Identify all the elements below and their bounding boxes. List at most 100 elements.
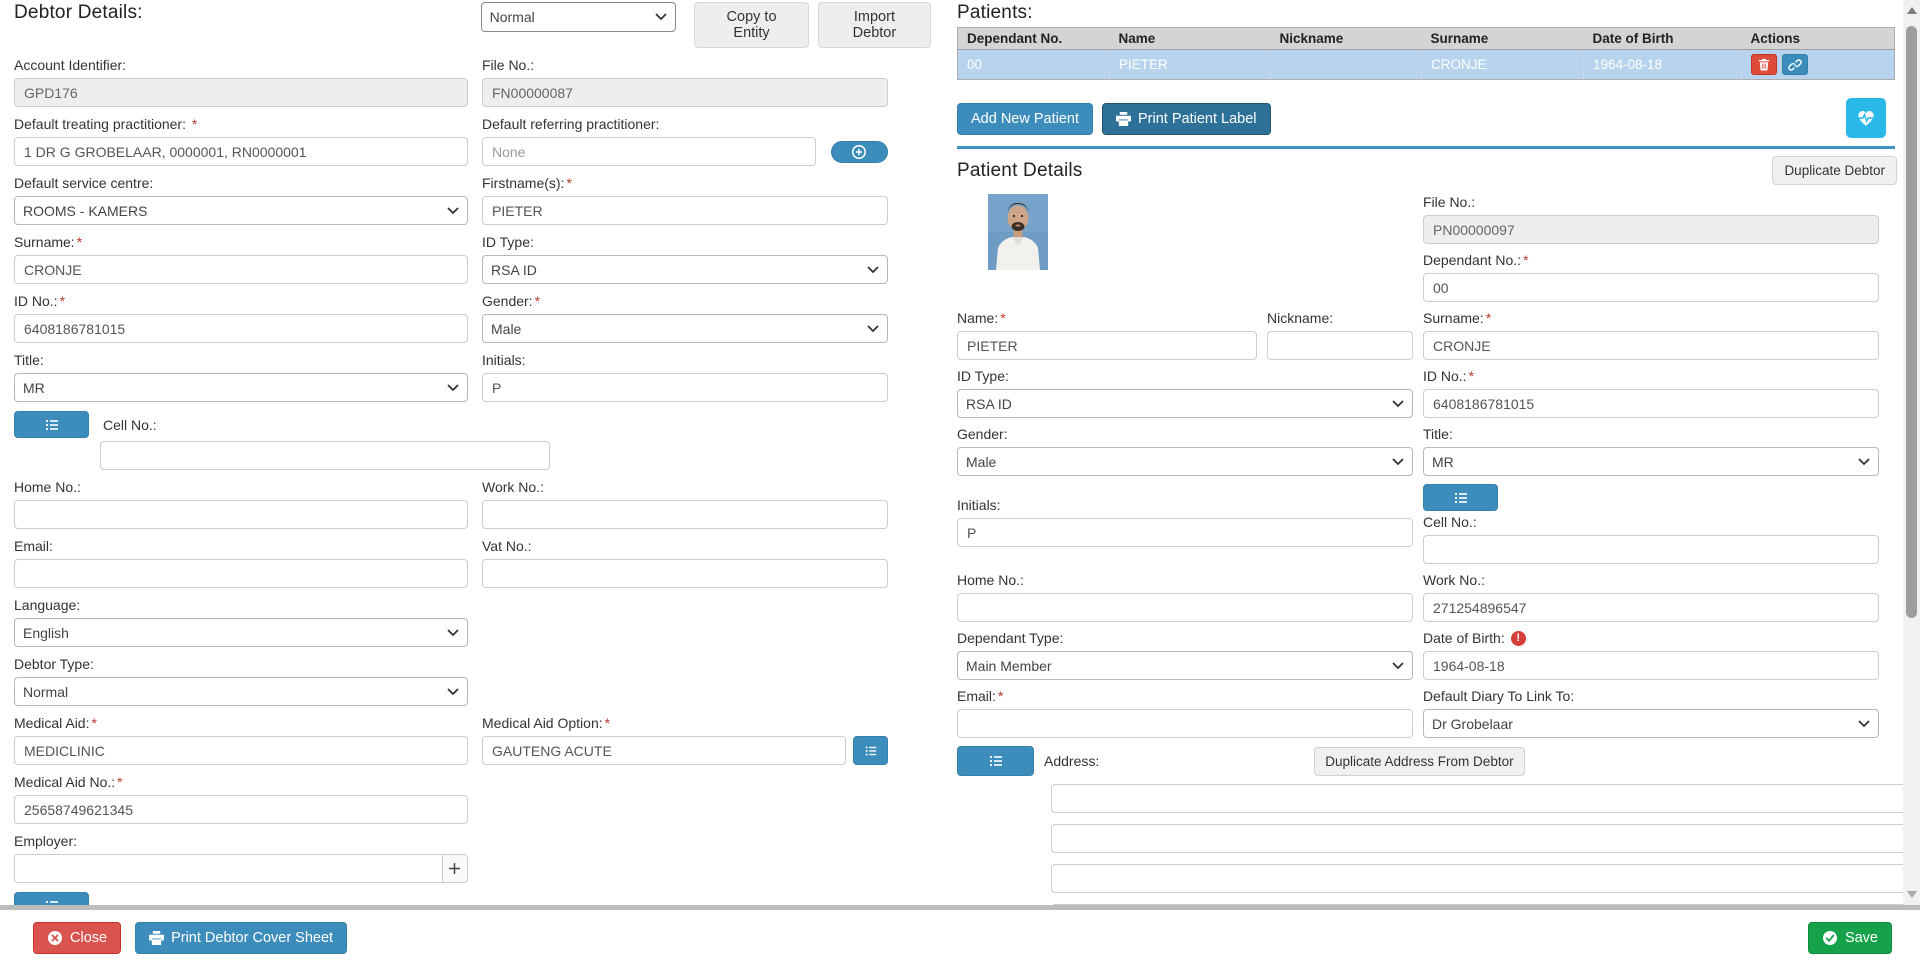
debtor-id-no-input[interactable]: [14, 314, 468, 343]
patient-cell-surname[interactable]: CRONJE: [1421, 49, 1584, 80]
patient-cell-no-field: Cell No.:: [1423, 514, 1879, 564]
vertical-scrollbar[interactable]: [1903, 0, 1920, 905]
link-patient-button[interactable]: [1782, 54, 1808, 75]
debtor-email-input[interactable]: [14, 559, 468, 588]
address-list-button[interactable]: [957, 746, 1034, 776]
patient-name-input[interactable]: [957, 331, 1257, 360]
patient-cell-dependant-no[interactable]: 00: [957, 49, 1110, 80]
debtor-work-no-input[interactable]: [482, 500, 888, 529]
debtor-gender-label: Gender: *: [482, 293, 888, 309]
debtor-file-no-input[interactable]: [482, 78, 888, 107]
debtor-cell-no-input[interactable]: [100, 441, 550, 470]
add-new-patient-button[interactable]: Add New Patient: [957, 103, 1094, 135]
column-header-name[interactable]: Name: [1109, 27, 1271, 50]
default-treating-practitioner-input[interactable]: [14, 137, 468, 166]
patient-cell-nickname[interactable]: [1270, 49, 1422, 80]
alert-exclamation-icon[interactable]: [1510, 630, 1526, 646]
duplicate-address-button[interactable]: Duplicate Address From Debtor: [1314, 746, 1525, 776]
medical-aid-no-input[interactable]: [14, 795, 468, 824]
scroll-up-arrow-icon[interactable]: [1907, 7, 1917, 14]
delete-patient-button[interactable]: [1751, 54, 1777, 75]
save-button[interactable]: Save: [1807, 922, 1892, 954]
date-of-birth-label: Date of Birth:: [1423, 630, 1505, 646]
patient-cell-list-button[interactable]: [1423, 484, 1498, 511]
debtor-details-panel: Debtor Details: Normal Copy to Entity Im…: [14, 2, 940, 905]
address-line-3-input[interactable]: [1051, 864, 1903, 893]
date-of-birth-field: Date of Birth:: [1423, 630, 1879, 680]
duplicate-debtor-button[interactable]: Duplicate Debtor: [1772, 156, 1897, 185]
close-button[interactable]: Close: [33, 922, 122, 954]
default-referring-practitioner-input[interactable]: [482, 137, 816, 166]
column-header-date-of-birth[interactable]: Date of Birth: [1583, 27, 1742, 50]
import-debtor-button[interactable]: Import Debtor: [817, 2, 931, 48]
default-diary-select[interactable]: Dr Grobelaar: [1423, 709, 1879, 738]
patient-surname-label-text: Surname:: [1423, 310, 1484, 326]
debtor-row-debtor-type: Debtor Type: Normal: [14, 656, 940, 706]
copy-to-entity-label: Copy to Entity: [726, 9, 777, 41]
vertical-scrollbar-thumb[interactable]: [1906, 26, 1917, 618]
print-debtor-cover-sheet-button[interactable]: Print Debtor Cover Sheet: [135, 922, 348, 954]
debtor-initials-input[interactable]: [482, 373, 888, 402]
patient-title-field: Title: MR: [1423, 426, 1879, 476]
date-of-birth-input[interactable]: [1423, 651, 1879, 680]
column-header-surname[interactable]: Surname: [1421, 27, 1584, 50]
debtor-work-no-label: Work No.:: [482, 479, 544, 495]
employer-input[interactable]: [14, 854, 443, 883]
debtor-file-no-field: File No.:: [482, 57, 888, 107]
debtor-type-top-select[interactable]: Normal: [480, 2, 677, 32]
default-service-centre-select[interactable]: ROOMS - KAMERS: [14, 196, 468, 225]
patient-gender-select[interactable]: Male: [957, 447, 1413, 476]
patient-file-no-label: File No.:: [1423, 194, 1476, 210]
patient-file-no-input[interactable]: [1423, 215, 1879, 244]
debtor-type-select[interactable]: Normal: [14, 677, 468, 706]
medical-aid-input[interactable]: [14, 736, 468, 765]
patient-home-no-input[interactable]: [957, 593, 1413, 622]
next-of-kin-list-button[interactable]: [14, 892, 89, 905]
patient-work-no-input[interactable]: [1423, 593, 1879, 622]
firstnames-input[interactable]: [482, 196, 888, 225]
account-identifier-input[interactable]: [14, 78, 468, 107]
patient-id-no-input[interactable]: [1423, 389, 1879, 418]
patient-dependant-no-input[interactable]: [1423, 273, 1879, 302]
debtor-type-top-select-value: Normal: [489, 9, 535, 25]
default-treating-practitioner-label-text: Default treating practitioner:: [14, 116, 186, 132]
debtor-cell-no-label: Cell No.:: [103, 416, 157, 433]
debtor-vat-no-input[interactable]: [482, 559, 888, 588]
column-header-nickname[interactable]: Nickname: [1270, 27, 1422, 50]
print-patient-label-button[interactable]: Print Patient Label: [1102, 103, 1271, 135]
dependant-type-select[interactable]: Main Member: [957, 651, 1413, 680]
debtor-cell-list-button[interactable]: [14, 411, 89, 438]
address-line-1-input[interactable]: [1051, 784, 1903, 813]
chevron-down-icon: [1392, 661, 1404, 669]
patient-photo[interactable]: [988, 194, 1048, 270]
patient-table-row-selected[interactable]: 00 PIETER CRONJE 1964-08-18: [957, 49, 1895, 80]
debtor-title-select[interactable]: MR: [14, 373, 468, 402]
patient-title-select[interactable]: MR: [1423, 447, 1879, 476]
patient-cell-date-of-birth[interactable]: 1964-08-18: [1583, 49, 1742, 80]
language-select[interactable]: English: [14, 618, 468, 647]
column-header-dependant-no[interactable]: Dependant No.: [957, 27, 1110, 50]
medical-aid-option-list-button[interactable]: [853, 736, 888, 765]
add-referring-practitioner-button[interactable]: [830, 140, 888, 163]
patient-email-input[interactable]: [957, 709, 1413, 738]
patient-cell-name[interactable]: PIETER: [1109, 49, 1271, 80]
patient-surname-input[interactable]: [1423, 331, 1879, 360]
patient-cell-no-label: Cell No.:: [1423, 514, 1477, 530]
default-diary-label: Default Diary To Link To:: [1423, 688, 1575, 704]
patient-initials-input[interactable]: [957, 518, 1413, 547]
patient-id-type-select[interactable]: RSA ID: [957, 389, 1413, 418]
scroll-down-arrow-icon[interactable]: [1907, 891, 1917, 898]
address-line-2-input[interactable]: [1051, 824, 1903, 853]
debtor-surname-input[interactable]: [14, 255, 468, 284]
debtor-id-type-select[interactable]: RSA ID: [482, 255, 888, 284]
column-header-actions[interactable]: Actions: [1741, 27, 1895, 50]
patient-cell-no-input[interactable]: [1423, 535, 1879, 564]
copy-to-entity-button[interactable]: Copy to Entity: [694, 2, 809, 48]
debtor-home-no-input[interactable]: [14, 500, 468, 529]
add-employer-button[interactable]: [442, 854, 468, 883]
medical-aid-option-input[interactable]: [482, 736, 846, 765]
debtor-gender-select[interactable]: Male: [482, 314, 888, 343]
medical-heart-button[interactable]: [1846, 98, 1886, 138]
medical-aid-no-label-text: Medical Aid No.:: [14, 774, 116, 790]
patient-nickname-input[interactable]: [1267, 331, 1413, 360]
